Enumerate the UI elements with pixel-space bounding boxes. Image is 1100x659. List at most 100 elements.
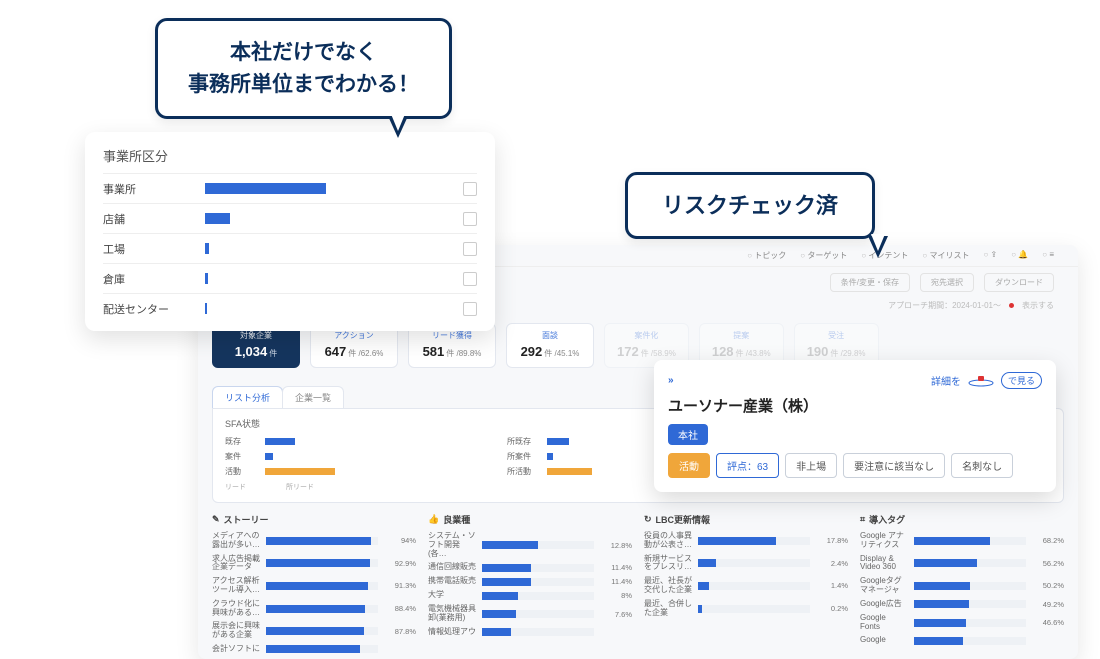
rank-row: Google <box>860 636 1064 645</box>
rank-track <box>482 610 594 618</box>
rank-fill <box>914 559 977 567</box>
uSonar-logo-icon <box>967 374 995 388</box>
approach-period: アプローチ期間：2024-01-01〜 <box>888 300 1001 311</box>
rank-track <box>914 600 1026 608</box>
rank-track <box>698 559 810 567</box>
rank-label: クラウド化に興味がある… <box>212 600 260 618</box>
pencil-icon: ✎ <box>212 514 220 525</box>
rank-label: 最近、社長が交代した企業 <box>644 577 692 595</box>
approach-display-button[interactable]: 表示する <box>1022 300 1054 311</box>
rank-fill <box>914 537 990 545</box>
detail-link-text: 詳細を <box>931 373 961 388</box>
section-head: 👍 良業種 <box>428 513 632 526</box>
rank-label: Google広告 <box>860 600 908 609</box>
rank-label: Googleタグマネージャ <box>860 577 908 595</box>
office-type-checkbox[interactable] <box>463 302 477 316</box>
sfa-bar <box>265 468 335 475</box>
rank-percent: 91.3% <box>384 581 416 590</box>
sfa-label: 活動 <box>225 466 259 477</box>
rank-row: 求人広告掲載企業データ92.9% <box>212 555 416 573</box>
office-type-row: 工場 <box>103 233 477 263</box>
rank-row: 大学8% <box>428 591 632 600</box>
rank-track <box>914 537 1026 545</box>
rank-track <box>482 541 594 549</box>
thumbs-up-icon: 👍 <box>428 514 439 525</box>
dashboard-action-button[interactable]: 宛先選択 <box>920 273 974 292</box>
section-head: ✎ ストーリー <box>212 513 416 526</box>
sfa-foot-l: リード <box>225 482 246 492</box>
toolbar-icon[interactable]: ⇪ <box>983 250 997 261</box>
section-install-tags: ⌗ 導入タグ Google アナリティクス68.2%Display & Vide… <box>860 513 1064 659</box>
kpi-value: 581件 /89.8% <box>421 344 483 359</box>
rank-row: Googleタグマネージャ 50.2% <box>860 577 1064 595</box>
detail-link[interactable]: 詳細を で見る <box>931 372 1042 389</box>
toolbar-icon[interactable]: ≡ <box>1042 250 1054 261</box>
kpi-value: 172件 /58.9% <box>617 344 676 359</box>
rank-fill <box>482 541 538 549</box>
bubble-text: 本社だけでなく <box>188 37 419 69</box>
rank-percent: 88.4% <box>384 604 416 613</box>
topnav-item[interactable]: トピック <box>747 250 786 261</box>
dashboard-action-button[interactable]: 条件/変更・保存 <box>830 273 910 292</box>
toolbar-icon[interactable]: 🔔 <box>1011 250 1028 261</box>
rank-fill <box>698 559 716 567</box>
rank-row: 最近、合併した企業0.2% <box>644 600 848 618</box>
section-story: ✎ ストーリー メディアへの露出が多い…94%求人広告掲載企業データ92.9%ア… <box>212 513 416 659</box>
sfa-item: 案件 <box>225 451 487 462</box>
rank-percent: 49.2% <box>1032 600 1064 609</box>
office-bar-fill <box>205 213 230 224</box>
sfa-bar <box>265 438 295 445</box>
dashboard-action-button[interactable]: ダウンロード <box>984 273 1054 292</box>
rank-fill <box>482 592 518 600</box>
tab-company-list[interactable]: 企業一覧 <box>282 386 344 408</box>
tab-list-analysis[interactable]: リスト分析 <box>212 386 283 408</box>
topnav-item[interactable]: ターゲット <box>800 250 847 261</box>
kpi-card[interactable]: 面談292件 /45.1% <box>506 323 594 368</box>
company-badge: 非上場 <box>785 453 837 478</box>
rank-percent: 46.6% <box>1032 618 1064 627</box>
topnav-item[interactable]: マイリスト <box>922 250 969 261</box>
office-type-title: 事業所区分 <box>103 146 477 165</box>
office-type-checkbox[interactable] <box>463 242 477 256</box>
rank-percent: 7.6% <box>600 610 632 619</box>
office-type-label: 店舗 <box>103 211 205 227</box>
rank-track <box>914 619 1026 627</box>
kpi-head: アクション <box>323 330 385 341</box>
sfa-bar <box>547 453 553 460</box>
office-bar-track <box>205 294 457 323</box>
rank-fill <box>914 637 963 645</box>
rank-label: 通信回線販売 <box>428 563 476 572</box>
rank-label: Google アナリティクス <box>860 532 908 550</box>
sections-row: ✎ ストーリー メディアへの露出が多い…94%求人広告掲載企業データ92.9%ア… <box>198 503 1078 659</box>
rank-percent: 50.2% <box>1032 581 1064 590</box>
rank-track <box>482 578 594 586</box>
rank-label: Display & Video 360 <box>860 555 908 573</box>
chevron-right-icon[interactable]: » <box>668 375 672 386</box>
office-type-row: 倉庫 <box>103 263 477 293</box>
section-title: LBC更新情報 <box>656 513 711 526</box>
rank-percent: 92.9% <box>384 559 416 568</box>
rank-fill <box>482 564 531 572</box>
rank-track <box>914 582 1026 590</box>
section-good-industry: 👍 良業種 システム・ソフト開発(各…12.8%通信回線販売11.4%携帯電話販… <box>428 513 632 659</box>
rank-track <box>698 582 810 590</box>
rank-label: 展示会に興味がある企業 <box>212 622 260 640</box>
rank-percent: 56.2% <box>1032 559 1064 568</box>
office-type-label: 倉庫 <box>103 271 205 287</box>
office-type-checkbox[interactable] <box>463 212 477 226</box>
office-type-checkbox[interactable] <box>463 182 477 196</box>
rank-percent: 11.4% <box>600 563 632 572</box>
kpi-head: 提案 <box>712 330 771 341</box>
rank-track <box>266 582 378 590</box>
rank-row: 通信回線販売 11.4% <box>428 563 632 572</box>
office-type-checkbox[interactable] <box>463 272 477 286</box>
company-badge: 名刺なし <box>951 453 1013 478</box>
rank-fill <box>482 578 531 586</box>
sfa-bar <box>265 453 273 460</box>
sfa-item: 既存 <box>225 436 487 447</box>
rank-fill <box>698 537 776 545</box>
rank-label: 情報処理アウ <box>428 628 476 637</box>
rank-track <box>266 559 378 567</box>
office-bar-track <box>205 174 457 203</box>
rank-fill <box>914 619 966 627</box>
